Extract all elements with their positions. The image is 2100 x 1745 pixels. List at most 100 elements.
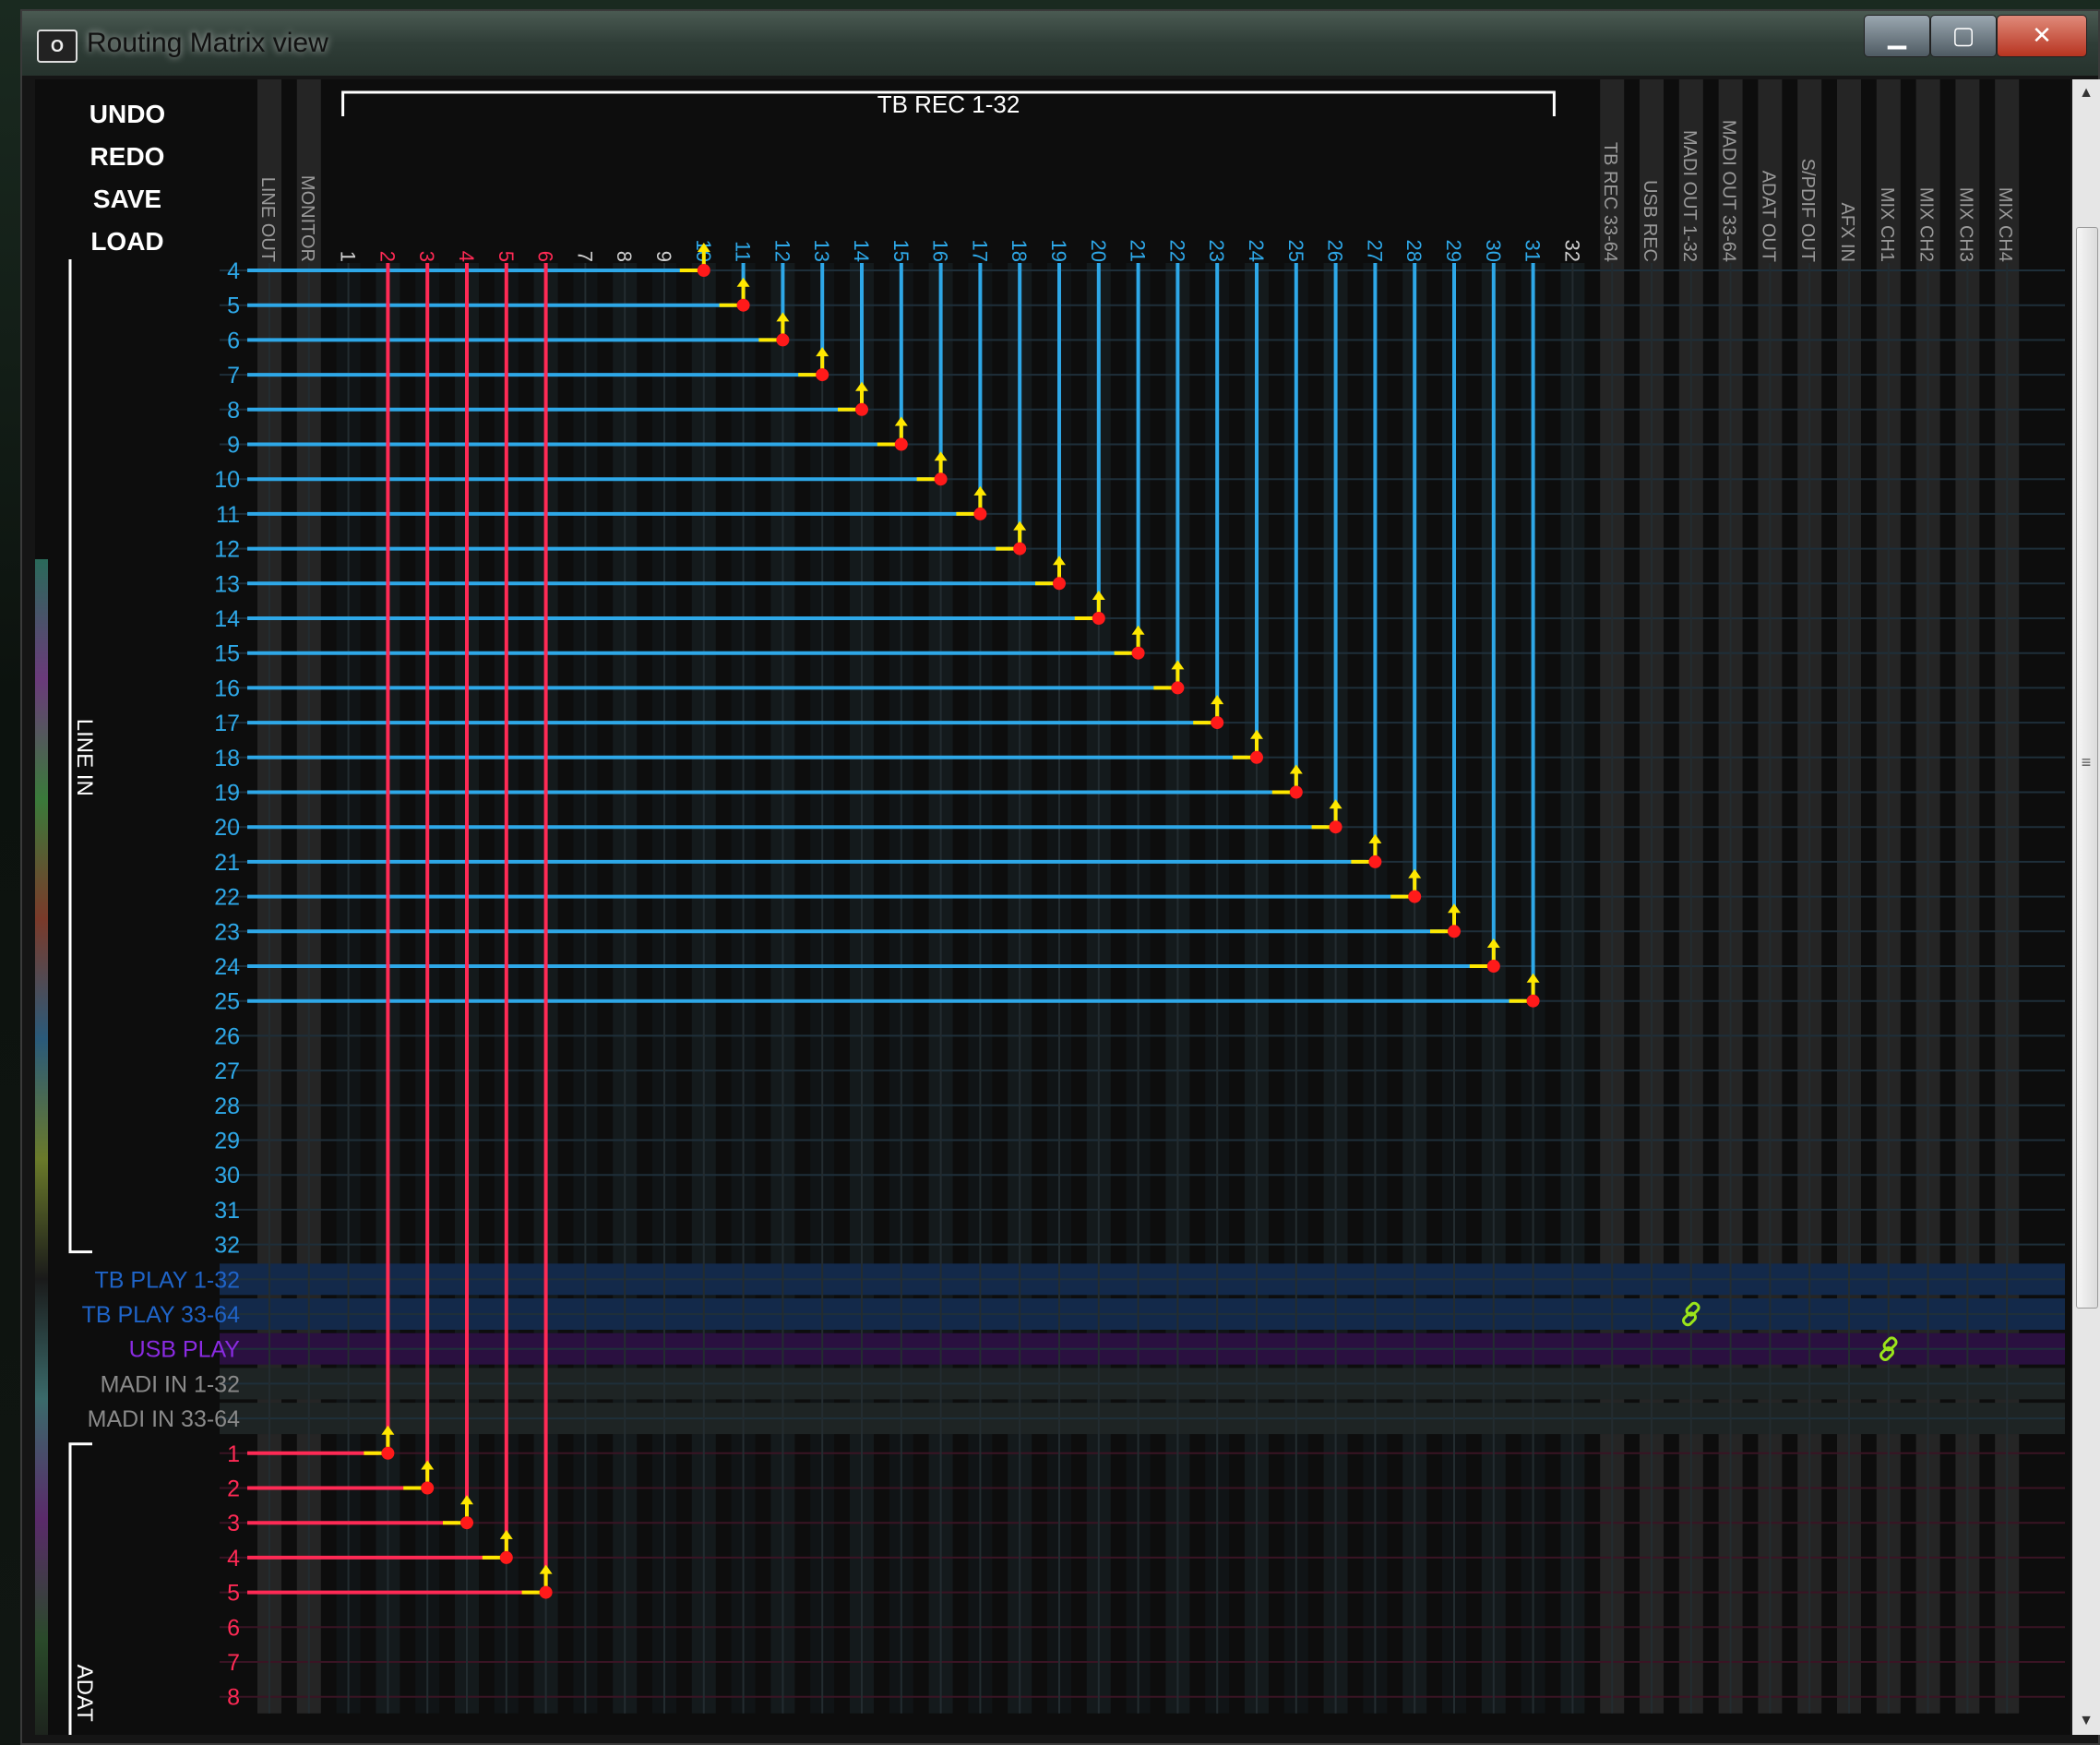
route-node-icon[interactable] bbox=[1448, 925, 1461, 938]
row-label: 26 bbox=[214, 1023, 240, 1049]
column-label: 18 bbox=[1008, 240, 1031, 262]
column-label: 3 bbox=[415, 251, 438, 262]
row-label: 7 bbox=[227, 363, 240, 388]
route-node-icon[interactable] bbox=[1486, 960, 1500, 973]
column-label: 5 bbox=[495, 251, 518, 262]
route-node-icon[interactable] bbox=[1368, 855, 1382, 868]
row-label: 9 bbox=[227, 433, 240, 459]
column-label: 7 bbox=[573, 251, 596, 262]
row-label: 20 bbox=[214, 815, 240, 841]
column-label: 29 bbox=[1442, 240, 1465, 262]
scroll-up-arrow-icon[interactable]: ▲ bbox=[2072, 79, 2100, 107]
column-label: AFX IN bbox=[1837, 203, 1857, 262]
route-node-icon[interactable] bbox=[1013, 542, 1027, 556]
maximize-icon: ▢ bbox=[1951, 21, 1975, 49]
row-label: 8 bbox=[227, 398, 240, 424]
row-label: 27 bbox=[214, 1058, 240, 1084]
route-node-icon[interactable] bbox=[736, 298, 750, 312]
app-icon[interactable]: O bbox=[37, 30, 78, 63]
row-label: 22 bbox=[214, 885, 240, 911]
row-label: 6 bbox=[227, 1615, 240, 1641]
row-label: 11 bbox=[216, 502, 240, 528]
route-node-icon[interactable] bbox=[460, 1516, 473, 1530]
row-label: 5 bbox=[227, 1581, 240, 1607]
row-label: 19 bbox=[214, 781, 240, 807]
column-label: 12 bbox=[770, 240, 793, 262]
row-label: 4 bbox=[227, 1546, 240, 1572]
route-node-icon[interactable] bbox=[1211, 716, 1224, 730]
row-label: 8 bbox=[227, 1685, 240, 1711]
row-label: 28 bbox=[214, 1094, 240, 1119]
route-node-icon[interactable] bbox=[1053, 577, 1066, 591]
row-label: 2 bbox=[227, 1476, 240, 1502]
route-node-icon[interactable] bbox=[855, 402, 868, 416]
row-label: 4 bbox=[227, 258, 240, 284]
group-row-label: MADI IN 1-32 bbox=[101, 1371, 240, 1397]
row-label: 30 bbox=[214, 1163, 240, 1189]
column-label: TB REC 33-64 bbox=[1600, 142, 1620, 262]
row-label: 18 bbox=[214, 746, 240, 771]
routing-matrix-grid[interactable]: LINE OUTMONITOR1234567891011121314151617… bbox=[35, 79, 2070, 1735]
column-label: 23 bbox=[1205, 240, 1228, 262]
route-node-icon[interactable] bbox=[1131, 646, 1145, 660]
title-bar[interactable]: O Routing Matrix view ▁ ▢ ✕ bbox=[22, 11, 2098, 76]
column-label: ADAT OUT bbox=[1758, 171, 1778, 262]
column-label: 21 bbox=[1127, 240, 1150, 262]
column-label: 17 bbox=[968, 240, 991, 262]
route-node-icon[interactable] bbox=[934, 472, 948, 486]
scroll-down-arrow-icon[interactable]: ▼ bbox=[2072, 1707, 2100, 1735]
row-label: 6 bbox=[227, 328, 240, 353]
column-label: MADI OUT 1-32 bbox=[1679, 130, 1700, 262]
row-label: 5 bbox=[227, 293, 240, 319]
column-label: 31 bbox=[1521, 240, 1545, 262]
route-node-icon[interactable] bbox=[499, 1550, 513, 1564]
close-button[interactable]: ✕ bbox=[1997, 15, 2087, 57]
column-label: 13 bbox=[810, 240, 833, 262]
group-row-label: USB PLAY bbox=[129, 1337, 241, 1363]
column-label: 27 bbox=[1363, 240, 1386, 262]
route-node-icon[interactable] bbox=[421, 1481, 435, 1495]
row-label: 23 bbox=[214, 919, 240, 945]
row-label: 14 bbox=[214, 606, 240, 632]
route-node-icon[interactable] bbox=[1526, 994, 1540, 1008]
minimize-button[interactable]: ▁ bbox=[1864, 15, 1930, 57]
row-label: 17 bbox=[214, 711, 240, 736]
route-node-icon[interactable] bbox=[697, 264, 710, 277]
route-node-icon[interactable] bbox=[816, 368, 829, 382]
column-label: 2 bbox=[376, 251, 399, 262]
scrollbar-grip-icon: ≡ bbox=[2081, 753, 2092, 771]
maximize-button[interactable]: ▢ bbox=[1930, 15, 1997, 57]
row-label: 15 bbox=[214, 641, 240, 667]
row-label: 21 bbox=[214, 850, 240, 876]
column-label: S/PDIF OUT bbox=[1797, 159, 1818, 262]
column-label: MADI OUT 33-64 bbox=[1719, 120, 1739, 262]
column-label: 14 bbox=[850, 240, 873, 262]
route-node-icon[interactable] bbox=[973, 507, 987, 520]
column-label: 20 bbox=[1087, 240, 1110, 262]
row-label: 29 bbox=[214, 1129, 240, 1154]
route-node-icon[interactable] bbox=[894, 437, 908, 451]
route-node-icon[interactable] bbox=[1329, 820, 1342, 834]
row-label: 10 bbox=[214, 467, 240, 493]
route-node-icon[interactable] bbox=[381, 1446, 395, 1460]
column-label: 1 bbox=[337, 251, 360, 262]
route-node-icon[interactable] bbox=[1289, 785, 1303, 799]
column-label: LINE OUT bbox=[257, 177, 278, 262]
adat-label: ADAT bbox=[72, 1665, 97, 1723]
route-node-icon[interactable] bbox=[1250, 750, 1263, 764]
column-label: 24 bbox=[1245, 240, 1268, 262]
route-node-icon[interactable] bbox=[1092, 612, 1105, 625]
row-label: 3 bbox=[227, 1511, 240, 1536]
route-node-icon[interactable] bbox=[1171, 681, 1185, 695]
route-node-icon[interactable] bbox=[776, 333, 790, 347]
column-label: MONITOR bbox=[297, 175, 317, 262]
column-label: 19 bbox=[1047, 240, 1070, 262]
minimize-icon: ▁ bbox=[1888, 21, 1906, 49]
route-node-icon[interactable] bbox=[1408, 890, 1422, 903]
column-label: 9 bbox=[652, 251, 675, 262]
route-node-icon[interactable] bbox=[539, 1585, 553, 1599]
column-label: 25 bbox=[1284, 240, 1307, 262]
row-label: 24 bbox=[214, 954, 240, 980]
vertical-scrollbar[interactable]: ▲ ≡ ▼ bbox=[2072, 79, 2100, 1735]
column-label: 28 bbox=[1402, 240, 1426, 262]
